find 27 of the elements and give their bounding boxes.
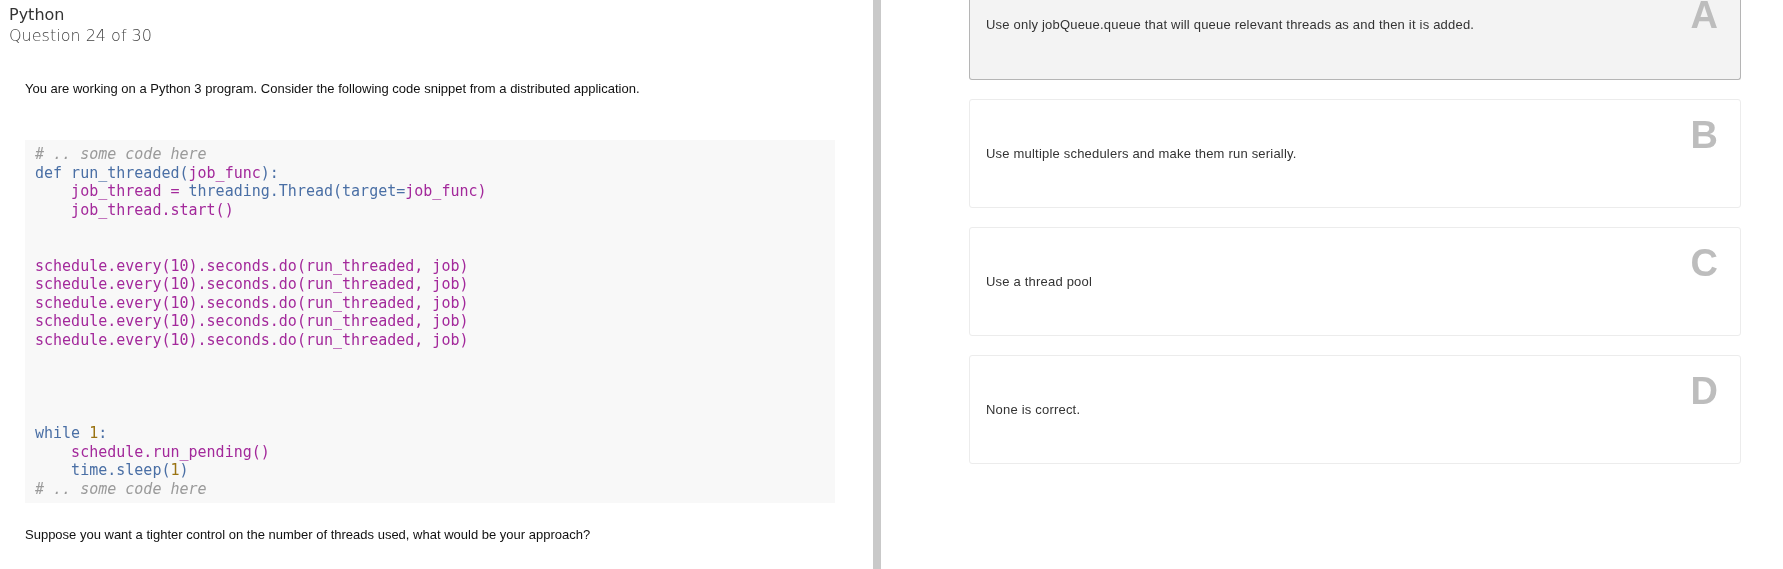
option-text: Use multiple schedulers and make them run serially. [986,146,1297,161]
answer-option[interactable]: Use multiple schedulers and make them run serially. B [969,99,1741,208]
option-letter: D [1690,372,1718,410]
question-counter: Question 24 of 30 [8,25,153,47]
code-line: schedule.every(10).seconds.do(run_threaded, job) [35,275,470,294]
answer-option[interactable]: Use a thread pool C [969,227,1741,336]
code-line: schedule.every(10).seconds.do(run_threaded, job) [35,256,470,276]
question-intro: You are working on a Python 3 program. Consider the following code snippet from a distributed application. [24,81,641,96]
code-line: time.sleep(1) [70,461,190,480]
option-text: Use a thread pool [986,274,1093,289]
code-line: job_thread = threading.Thread(target=job_func) [70,182,488,201]
question-text: Suppose you want a tighter control on the number of threads used, what would be your approach? [24,527,592,543]
code-line: schedule.every(10).seconds.do(run_threaded, job) [35,330,470,350]
code-line: job_thread.start() [70,200,235,220]
code-line: schedule.run_pending() [70,442,271,462]
code-line: def run_threaded(job_func): [35,163,280,183]
code-line: while 1: [35,423,109,443]
code-line: schedule.every(10).seconds.do(run_threaded, job) [35,312,470,331]
code-line: schedule.every(10).seconds.do(run_threaded, job) [35,293,470,313]
subject-title: Python [8,4,66,25]
option-letter: C [1690,244,1718,282]
option-text: Use only jobQueue.queue that will queue relevant threads as and then it is added. [986,17,1475,32]
code-line: # .. some code here [35,145,208,164]
answer-option[interactable]: None is correct. D [969,355,1741,464]
option-letter: B [1690,116,1718,154]
code-line: # .. some code here [35,479,208,499]
option-text: None is correct. [986,402,1081,417]
